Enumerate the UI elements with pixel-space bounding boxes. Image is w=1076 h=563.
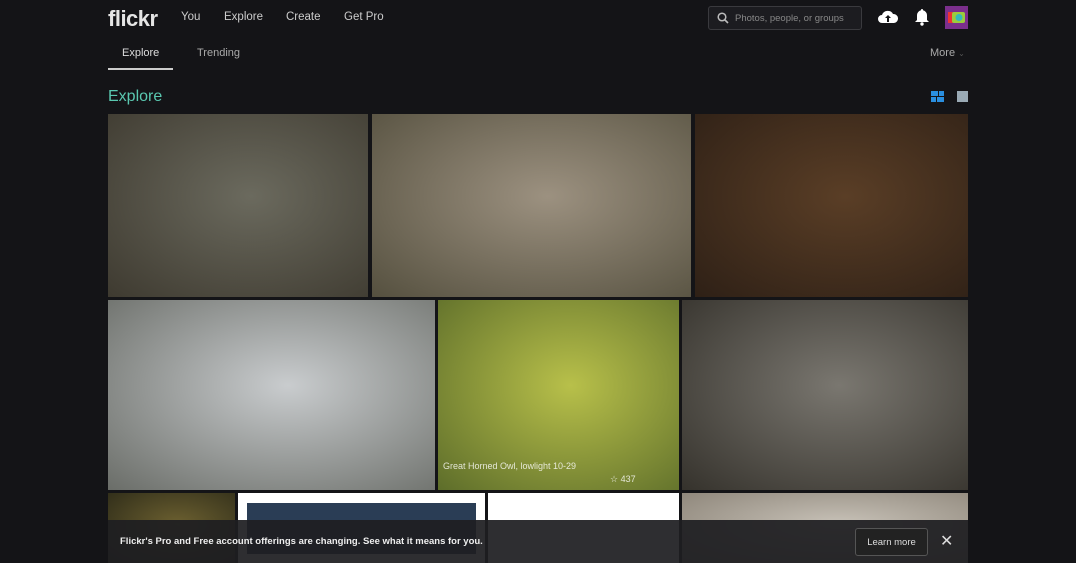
photo-tile-hovered[interactable]: Great Horned Owl, lowlight 10-29 ☆ 437 <box>438 300 679 490</box>
user-avatar[interactable] <box>945 6 968 29</box>
photo-tile[interactable] <box>108 114 368 297</box>
active-tab-indicator <box>108 68 173 70</box>
banner-text: Flickr's Pro and Free account offerings … <box>120 536 483 547</box>
nav-create[interactable]: Create <box>286 11 321 23</box>
single-view-icon[interactable] <box>957 91 968 102</box>
photo-title[interactable]: Great Horned Owl, lowlight 10-29 <box>443 461 576 471</box>
justified-view-icon[interactable] <box>931 91 944 102</box>
chevron-down-icon: ⌄ <box>958 49 965 58</box>
photo-tile[interactable] <box>682 300 968 490</box>
favorite-count[interactable]: ☆ 437 <box>610 474 636 485</box>
photo-tile[interactable] <box>695 114 968 297</box>
flickr-logo[interactable]: flickr <box>108 6 158 32</box>
notifications-bell-icon[interactable] <box>914 8 930 26</box>
page-title: Explore <box>108 88 163 105</box>
photo-tile[interactable] <box>108 300 435 490</box>
nav-explore[interactable]: Explore <box>224 11 263 23</box>
camera-icon <box>948 12 965 23</box>
tab-trending[interactable]: Trending <box>197 47 240 59</box>
top-bar: flickr You Explore Create Get Pro <box>0 0 1076 36</box>
tab-explore[interactable]: Explore <box>122 47 159 59</box>
nav-you[interactable]: You <box>181 11 200 23</box>
star-icon: ☆ <box>610 474 619 484</box>
more-label: More <box>930 47 956 59</box>
close-icon[interactable]: ✕ <box>940 531 953 551</box>
search-input[interactable] <box>735 12 855 24</box>
learn-more-button[interactable]: Learn more <box>855 528 928 556</box>
search-icon <box>717 12 729 24</box>
favorite-count-value: 437 <box>620 474 636 484</box>
upload-cloud-icon[interactable] <box>877 8 899 26</box>
more-menu[interactable]: More ⌄ <box>930 47 965 59</box>
search-box[interactable] <box>708 6 862 30</box>
photo-tile[interactable] <box>372 114 691 297</box>
account-change-banner: Flickr's Pro and Free account offerings … <box>108 520 968 563</box>
nav-get-pro[interactable]: Get Pro <box>344 11 384 23</box>
